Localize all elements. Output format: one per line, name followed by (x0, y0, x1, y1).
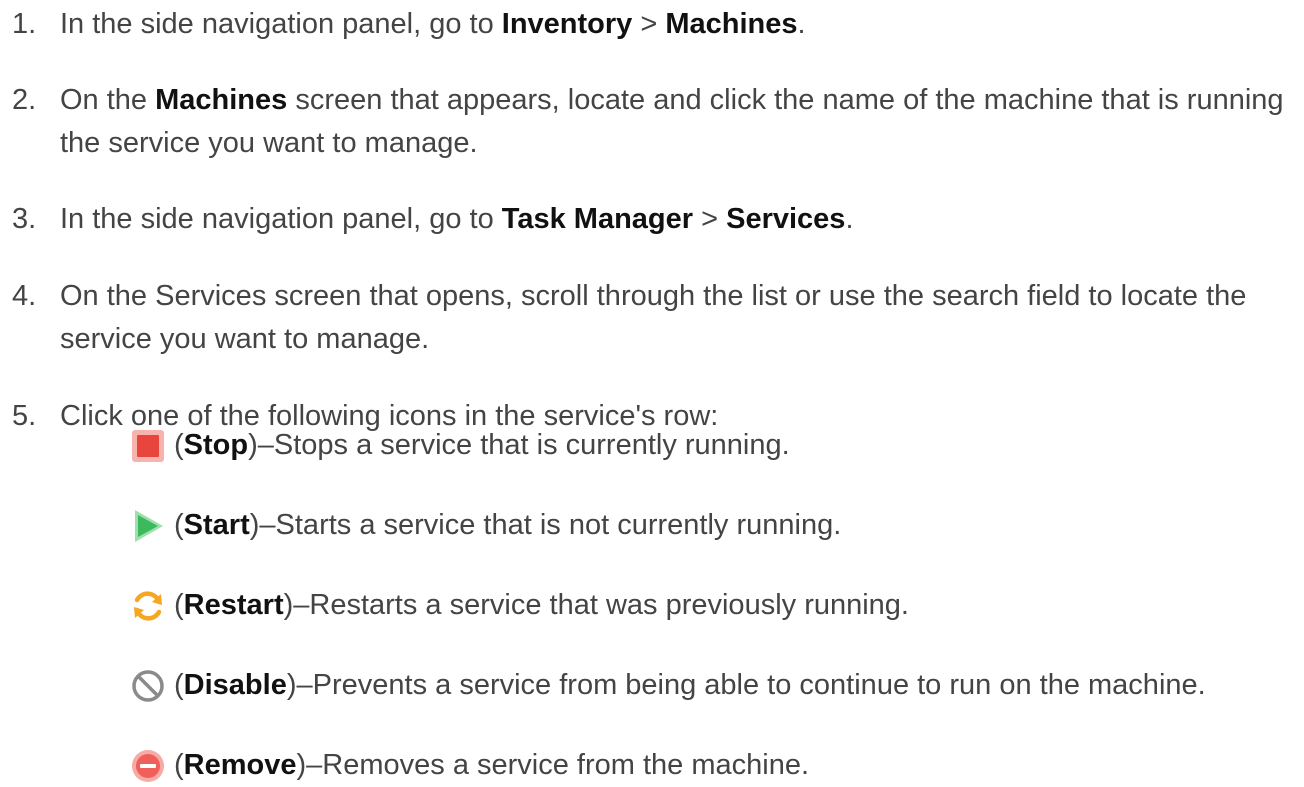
step-3: 3. In the side navigation panel, go to T… (0, 198, 1300, 241)
open-paren: ( (174, 429, 184, 461)
step-number: 5. (12, 400, 37, 432)
disable-description: )–Prevents a service from being able to … (286, 669, 1206, 701)
disable-icon (130, 668, 166, 704)
punctuation: . (845, 203, 854, 235)
stop-icon (130, 428, 166, 464)
start-label: Start (183, 509, 250, 541)
screen-machines: Machines (155, 84, 288, 116)
open-paren: ( (174, 589, 184, 621)
option-start: (Start)–Starts a service that is not cur… (130, 504, 841, 547)
nav-services: Services (726, 203, 846, 235)
open-paren: ( (174, 509, 184, 541)
start-icon (130, 508, 166, 544)
steps-list: 1. In the side navigation panel, go to I… (0, 0, 1300, 438)
option-disable: (Disable)–Prevents a service from being … (130, 664, 1206, 707)
open-paren: ( (174, 669, 184, 701)
step-text: On the Services screen that opens, scrol… (60, 280, 1247, 355)
stop-description: )–Stops a service that is currently runn… (248, 429, 790, 461)
step-4: 4. On the Services screen that opens, sc… (0, 275, 1300, 361)
restart-description: )–Restarts a service that was previously… (283, 589, 909, 621)
restart-label: Restart (183, 589, 284, 621)
nav-machines: Machines (665, 8, 798, 40)
step-2: 2. On the Machines screen that appears, … (0, 79, 1300, 165)
step-number: 4. (12, 280, 37, 312)
step-text: In the side navigation panel, go to (60, 203, 502, 235)
remove-icon (130, 748, 166, 784)
step-number: 1. (12, 8, 37, 40)
step-number: 3. (12, 203, 37, 235)
option-restart: (Restart)–Restarts a service that was pr… (130, 584, 909, 627)
start-description: )–Starts a service that is not currently… (249, 509, 842, 541)
step-text: On the (60, 84, 156, 116)
procedure-page: 1. In the side navigation panel, go to I… (0, 0, 1304, 782)
separator: > (693, 203, 727, 235)
separator: > (632, 8, 666, 40)
step-number: 2. (12, 84, 37, 116)
punctuation: . (797, 8, 806, 40)
disable-label: Disable (183, 669, 287, 701)
remove-label: Remove (183, 749, 297, 781)
restart-icon (130, 588, 166, 624)
step-text: In the side navigation panel, go to (60, 8, 502, 40)
nav-inventory: Inventory (501, 8, 633, 40)
option-remove: (Remove)–Removes a service from the mach… (130, 744, 809, 787)
option-stop: (Stop)–Stops a service that is currently… (130, 424, 790, 467)
nav-task-manager: Task Manager (501, 203, 694, 235)
step-1: 1. In the side navigation panel, go to I… (0, 3, 1300, 46)
open-paren: ( (174, 749, 184, 781)
remove-description: )–Removes a service from the machine. (296, 749, 810, 781)
stop-label: Stop (183, 429, 249, 461)
